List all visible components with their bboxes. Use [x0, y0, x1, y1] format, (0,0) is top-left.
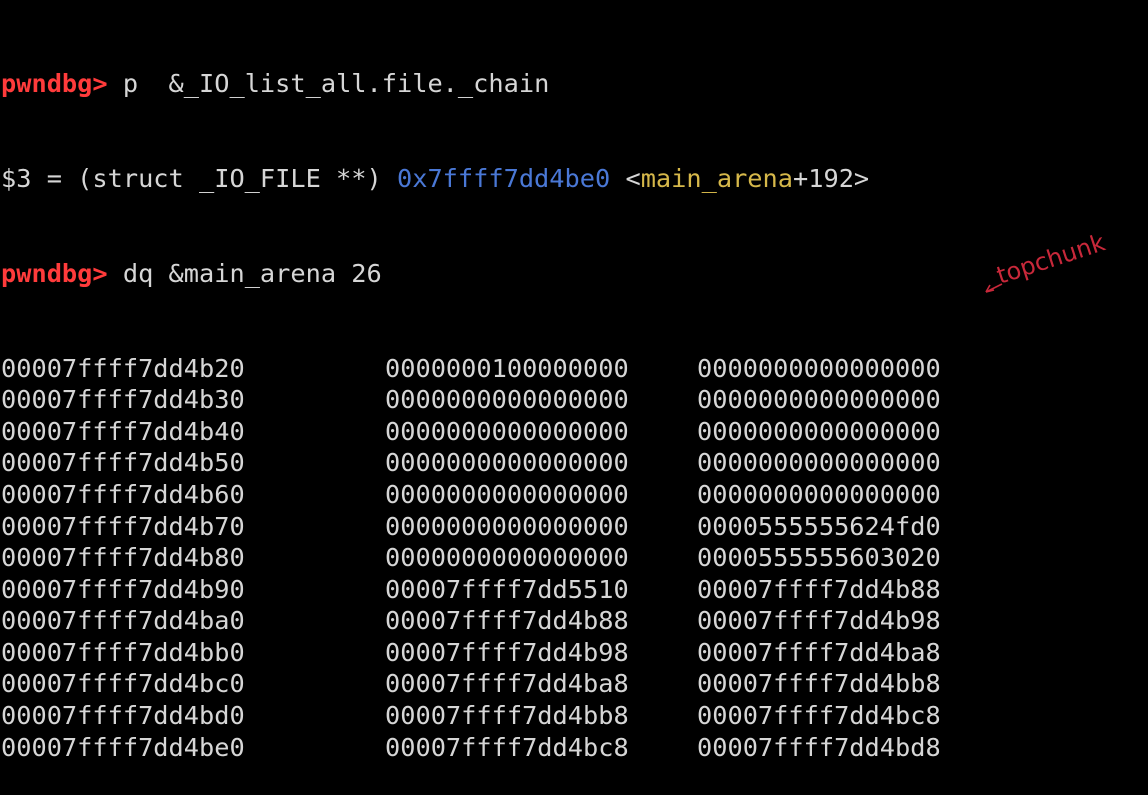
dump-address: 00007ffff7dd4bb0: [1, 637, 245, 667]
dump-row: 00007ffff7dd4b40 0000000000000000 00000000…: [0, 416, 1148, 448]
dump-row: 00007ffff7dd4be0 00007ffff7dd4bc8 00007fff…: [0, 732, 1148, 764]
command-line-2: pwndbg> dq &main_arena 26: [0, 258, 1148, 290]
dump-value-1: 0000000000000000: [385, 416, 629, 446]
dump-value-1: 00007ffff7dd5510: [385, 574, 629, 604]
memory-dump: 00007ffff7dd4b20 0000000100000000 00000000…: [0, 353, 1148, 764]
dump-row: 00007ffff7dd4bc0 00007ffff7dd4ba8 00007fff…: [0, 668, 1148, 700]
dump-address: 00007ffff7dd4b20: [1, 353, 245, 383]
dump-row: 00007ffff7dd4bd0 00007ffff7dd4bb8 00007fff…: [0, 700, 1148, 732]
result-line: $3 = (struct _IO_FILE **) 0x7ffff7dd4be0…: [0, 163, 1148, 195]
dump-address: 00007ffff7dd4b90: [1, 574, 245, 604]
dump-value-2: 00007ffff7dd4bc8: [697, 701, 941, 731]
dump-row: 00007ffff7dd4b70 0000000000000000 00005555…: [0, 511, 1148, 543]
dump-address: 00007ffff7dd4bd0: [1, 701, 245, 731]
dump-row: 00007ffff7dd4ba0 00007ffff7dd4b88 00007fff…: [0, 605, 1148, 637]
dump-value-1: 0000000000000000: [385, 448, 629, 478]
dump-value-1: 00007ffff7dd4b98: [385, 637, 629, 667]
dump-value-1: 00007ffff7dd4bb8: [385, 701, 629, 731]
dump-value-2: 0000000000000000: [697, 385, 941, 415]
dump-address: 00007ffff7dd4b40: [1, 416, 245, 446]
dump-value-1: 00007ffff7dd4ba8: [385, 669, 629, 699]
dump-value-2: 0000000000000000: [697, 479, 941, 509]
command-text-2: dq &main_arena 26: [107, 258, 382, 288]
result-suffix: +192>: [793, 163, 870, 193]
dump-value-2: 00007ffff7dd4b98: [697, 606, 941, 636]
dump-value-1: 00007ffff7dd4bc8: [385, 732, 629, 762]
dump-address: 00007ffff7dd4b60: [1, 479, 245, 509]
dump-value-1: 0000000000000000: [385, 511, 629, 541]
result-symbol: main_arena: [640, 163, 793, 193]
dump-value-1: 0000000000000000: [385, 385, 629, 415]
dump-value-2: 0000000000000000: [697, 353, 941, 383]
dump-address: 00007ffff7dd4b50: [1, 448, 245, 478]
dump-address: 00007ffff7dd4b70: [1, 511, 245, 541]
command-text-1: p &_IO_list_all.file._chain: [107, 69, 550, 99]
dump-address: 00007ffff7dd4b30: [1, 385, 245, 415]
dump-address: 00007ffff7dd4be0: [1, 732, 245, 762]
dump-row: 00007ffff7dd4b50 0000000000000000 00000000…: [0, 447, 1148, 479]
dump-value-2: 0000000000000000: [697, 416, 941, 446]
dump-row: 00007ffff7dd4b90 00007ffff7dd5510 00007fff…: [0, 574, 1148, 606]
dump-value-2: 00007ffff7dd4ba8: [697, 637, 941, 667]
result-prefix: $3 = (struct _IO_FILE **): [1, 163, 397, 193]
terminal-window[interactable]: pwndbg> p &_IO_list_all.file._chain $3 =…: [0, 0, 1148, 762]
dump-value-2: 0000000000000000: [697, 448, 941, 478]
dump-address: 00007ffff7dd4ba0: [1, 606, 245, 636]
dump-value-1: 0000000000000000: [385, 543, 629, 573]
dump-address: 00007ffff7dd4bc0: [1, 669, 245, 699]
prompt-label: pwndbg>: [1, 69, 108, 99]
result-address: 0x7ffff7dd4be0: [396, 163, 611, 193]
dump-row: 00007ffff7dd4bb0 00007ffff7dd4b98 00007fff…: [0, 637, 1148, 669]
dump-value-2: 00007ffff7dd4b88: [697, 574, 941, 604]
dump-value-2: 00007ffff7dd4bd8: [697, 732, 941, 762]
dump-value-1: 0000000000000000: [385, 479, 629, 509]
annotation-text: topchunk: [993, 232, 1108, 290]
dump-row: 00007ffff7dd4b60 0000000000000000 00000000…: [0, 479, 1148, 511]
dump-row: 00007ffff7dd4b30 0000000000000000 00000000…: [0, 384, 1148, 416]
dump-value-2: 00007ffff7dd4bb8: [697, 669, 941, 699]
dump-value-1: 00007ffff7dd4b88: [385, 606, 629, 636]
topchunk-annotation: topchunk: [985, 232, 1109, 293]
dump-row: 00007ffff7dd4b80 0000000000000000 00005555…: [0, 542, 1148, 574]
dump-value-1: 0000000100000000: [385, 353, 629, 383]
prompt-label: pwndbg>: [1, 258, 108, 288]
dump-address: 00007ffff7dd4b80: [1, 543, 245, 573]
dump-value-2: 0000555555603020: [697, 543, 941, 573]
dump-row: 00007ffff7dd4b20 0000000100000000 00000000…: [0, 353, 1148, 385]
command-line-1: pwndbg> p &_IO_list_all.file._chain: [0, 68, 1148, 100]
result-space: <: [610, 163, 641, 193]
dump-value-2: 0000555555624fd0: [697, 511, 941, 541]
